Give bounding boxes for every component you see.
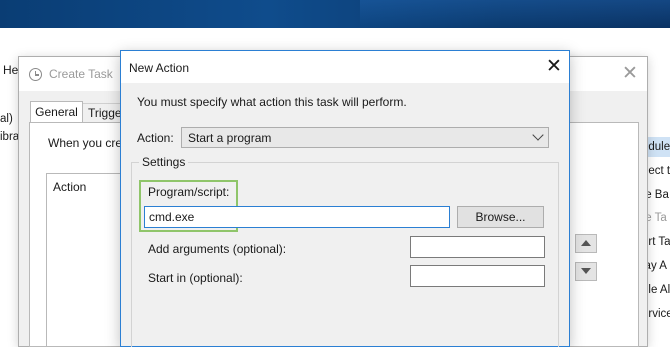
console-tree-item[interactable]: al): [0, 113, 13, 125]
close-icon[interactable]: ✕: [543, 57, 565, 77]
actions-list[interactable]: [46, 173, 124, 347]
action-column-header: Action: [53, 180, 87, 194]
arguments-input[interactable]: [410, 236, 545, 258]
start-in-input[interactable]: [410, 265, 545, 287]
move-up-button[interactable]: [575, 234, 597, 253]
create-task-title: Create Task: [49, 67, 113, 81]
program-script-input[interactable]: [144, 206, 450, 228]
action-label: Action:: [137, 131, 174, 145]
tab-triggers[interactable]: Trigge: [83, 103, 121, 123]
tab-general[interactable]: General: [30, 101, 83, 123]
dialog-title: New Action: [129, 61, 190, 75]
console-tree-item[interactable]: ibra: [0, 131, 19, 143]
arguments-label: Add arguments (optional):: [148, 242, 287, 256]
task-description-text: When you cre: [48, 136, 123, 150]
wallpaper-glow: [360, 0, 670, 28]
instruction-text: You must specify what action this task w…: [137, 95, 407, 109]
chevron-up-icon: [581, 240, 591, 246]
move-down-button[interactable]: [575, 262, 597, 281]
close-icon[interactable]: ✕: [619, 64, 641, 84]
start-in-label: Start in (optional):: [148, 271, 243, 285]
browse-button[interactable]: Browse...: [457, 206, 544, 228]
settings-legend: Settings: [139, 155, 189, 169]
console-tree-panel: [0, 108, 20, 347]
action-dropdown-value[interactable]: Start a program: [188, 131, 271, 145]
program-script-label: Program/script:: [148, 185, 230, 199]
clock-icon: [29, 68, 42, 81]
chevron-down-icon: [581, 268, 591, 274]
